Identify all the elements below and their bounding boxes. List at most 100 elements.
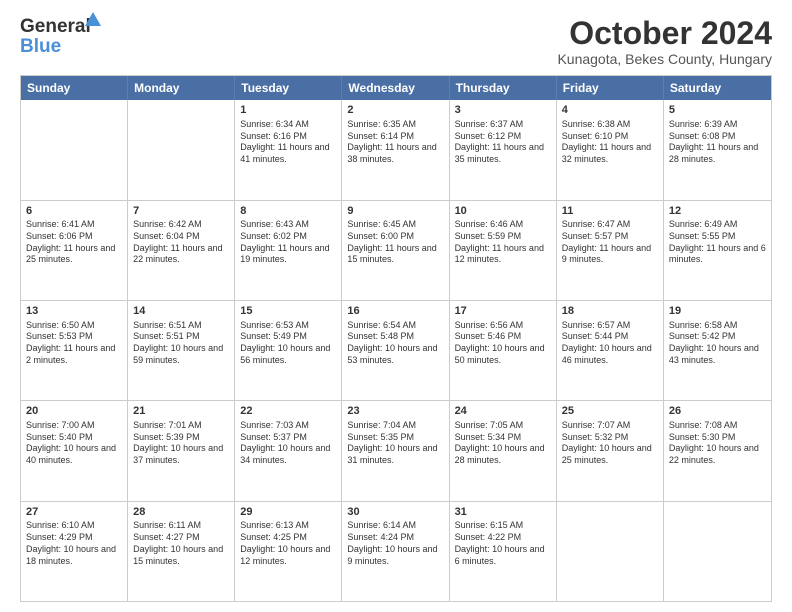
cell-info: Sunrise: 6:13 AM Sunset: 4:25 PM Dayligh… bbox=[240, 520, 336, 567]
header-day-sunday: Sunday bbox=[21, 76, 128, 100]
day-number: 18 bbox=[562, 304, 658, 319]
calendar-day-19: 19Sunrise: 6:58 AM Sunset: 5:42 PM Dayli… bbox=[664, 301, 771, 400]
calendar-week-3: 13Sunrise: 6:50 AM Sunset: 5:53 PM Dayli… bbox=[21, 300, 771, 400]
day-number: 3 bbox=[455, 103, 551, 118]
location: Kunagota, Bekes County, Hungary bbox=[557, 51, 772, 67]
calendar-day-31: 31Sunrise: 6:15 AM Sunset: 4:22 PM Dayli… bbox=[450, 502, 557, 601]
cell-info: Sunrise: 6:34 AM Sunset: 6:16 PM Dayligh… bbox=[240, 119, 336, 166]
calendar: SundayMondayTuesdayWednesdayThursdayFrid… bbox=[20, 75, 772, 602]
cell-info: Sunrise: 6:15 AM Sunset: 4:22 PM Dayligh… bbox=[455, 520, 551, 567]
cell-info: Sunrise: 7:05 AM Sunset: 5:34 PM Dayligh… bbox=[455, 420, 551, 467]
calendar-day-13: 13Sunrise: 6:50 AM Sunset: 5:53 PM Dayli… bbox=[21, 301, 128, 400]
calendar-day-28: 28Sunrise: 6:11 AM Sunset: 4:27 PM Dayli… bbox=[128, 502, 235, 601]
calendar-day-empty bbox=[21, 100, 128, 199]
calendar-day-23: 23Sunrise: 7:04 AM Sunset: 5:35 PM Dayli… bbox=[342, 401, 449, 500]
header-day-tuesday: Tuesday bbox=[235, 76, 342, 100]
calendar-day-16: 16Sunrise: 6:54 AM Sunset: 5:48 PM Dayli… bbox=[342, 301, 449, 400]
calendar-week-5: 27Sunrise: 6:10 AM Sunset: 4:29 PM Dayli… bbox=[21, 501, 771, 601]
day-number: 5 bbox=[669, 103, 766, 118]
day-number: 28 bbox=[133, 505, 229, 520]
calendar-day-empty bbox=[128, 100, 235, 199]
cell-info: Sunrise: 6:58 AM Sunset: 5:42 PM Dayligh… bbox=[669, 320, 766, 367]
header-day-thursday: Thursday bbox=[450, 76, 557, 100]
calendar-day-26: 26Sunrise: 7:08 AM Sunset: 5:30 PM Dayli… bbox=[664, 401, 771, 500]
cell-info: Sunrise: 7:07 AM Sunset: 5:32 PM Dayligh… bbox=[562, 420, 658, 467]
logo-blue: Blue bbox=[20, 36, 91, 58]
calendar-day-5: 5Sunrise: 6:39 AM Sunset: 6:08 PM Daylig… bbox=[664, 100, 771, 199]
cell-info: Sunrise: 6:49 AM Sunset: 5:55 PM Dayligh… bbox=[669, 219, 766, 266]
header-day-wednesday: Wednesday bbox=[342, 76, 449, 100]
month-title: October 2024 bbox=[557, 16, 772, 51]
calendar-day-27: 27Sunrise: 6:10 AM Sunset: 4:29 PM Dayli… bbox=[21, 502, 128, 601]
header: General Blue October 2024 Kunagota, Beke… bbox=[20, 16, 772, 67]
day-number: 24 bbox=[455, 404, 551, 419]
calendar-day-22: 22Sunrise: 7:03 AM Sunset: 5:37 PM Dayli… bbox=[235, 401, 342, 500]
day-number: 15 bbox=[240, 304, 336, 319]
page: General Blue October 2024 Kunagota, Beke… bbox=[0, 0, 792, 612]
day-number: 30 bbox=[347, 505, 443, 520]
day-number: 11 bbox=[562, 204, 658, 219]
calendar-day-17: 17Sunrise: 6:56 AM Sunset: 5:46 PM Dayli… bbox=[450, 301, 557, 400]
cell-info: Sunrise: 7:03 AM Sunset: 5:37 PM Dayligh… bbox=[240, 420, 336, 467]
cell-info: Sunrise: 6:57 AM Sunset: 5:44 PM Dayligh… bbox=[562, 320, 658, 367]
cell-info: Sunrise: 6:51 AM Sunset: 5:51 PM Dayligh… bbox=[133, 320, 229, 367]
logo-triangle-icon bbox=[85, 12, 101, 26]
cell-info: Sunrise: 6:35 AM Sunset: 6:14 PM Dayligh… bbox=[347, 119, 443, 166]
calendar-header-row: SundayMondayTuesdayWednesdayThursdayFrid… bbox=[21, 76, 771, 100]
calendar-day-30: 30Sunrise: 6:14 AM Sunset: 4:24 PM Dayli… bbox=[342, 502, 449, 601]
calendar-week-1: 1Sunrise: 6:34 AM Sunset: 6:16 PM Daylig… bbox=[21, 100, 771, 199]
cell-info: Sunrise: 6:45 AM Sunset: 6:00 PM Dayligh… bbox=[347, 219, 443, 266]
cell-info: Sunrise: 7:00 AM Sunset: 5:40 PM Dayligh… bbox=[26, 420, 122, 467]
day-number: 22 bbox=[240, 404, 336, 419]
calendar-body: 1Sunrise: 6:34 AM Sunset: 6:16 PM Daylig… bbox=[21, 100, 771, 601]
calendar-day-9: 9Sunrise: 6:45 AM Sunset: 6:00 PM Daylig… bbox=[342, 201, 449, 300]
day-number: 2 bbox=[347, 103, 443, 118]
day-number: 25 bbox=[562, 404, 658, 419]
cell-info: Sunrise: 6:41 AM Sunset: 6:06 PM Dayligh… bbox=[26, 219, 122, 266]
day-number: 20 bbox=[26, 404, 122, 419]
calendar-week-2: 6Sunrise: 6:41 AM Sunset: 6:06 PM Daylig… bbox=[21, 200, 771, 300]
calendar-day-4: 4Sunrise: 6:38 AM Sunset: 6:10 PM Daylig… bbox=[557, 100, 664, 199]
calendar-day-25: 25Sunrise: 7:07 AM Sunset: 5:32 PM Dayli… bbox=[557, 401, 664, 500]
cell-info: Sunrise: 6:47 AM Sunset: 5:57 PM Dayligh… bbox=[562, 219, 658, 266]
header-day-monday: Monday bbox=[128, 76, 235, 100]
cell-info: Sunrise: 6:56 AM Sunset: 5:46 PM Dayligh… bbox=[455, 320, 551, 367]
title-block: October 2024 Kunagota, Bekes County, Hun… bbox=[557, 16, 772, 67]
logo-general: General bbox=[20, 16, 91, 37]
day-number: 12 bbox=[669, 204, 766, 219]
calendar-day-1: 1Sunrise: 6:34 AM Sunset: 6:16 PM Daylig… bbox=[235, 100, 342, 199]
cell-info: Sunrise: 6:39 AM Sunset: 6:08 PM Dayligh… bbox=[669, 119, 766, 166]
calendar-day-18: 18Sunrise: 6:57 AM Sunset: 5:44 PM Dayli… bbox=[557, 301, 664, 400]
day-number: 23 bbox=[347, 404, 443, 419]
cell-info: Sunrise: 6:10 AM Sunset: 4:29 PM Dayligh… bbox=[26, 520, 122, 567]
cell-info: Sunrise: 7:08 AM Sunset: 5:30 PM Dayligh… bbox=[669, 420, 766, 467]
cell-info: Sunrise: 6:53 AM Sunset: 5:49 PM Dayligh… bbox=[240, 320, 336, 367]
cell-info: Sunrise: 7:01 AM Sunset: 5:39 PM Dayligh… bbox=[133, 420, 229, 467]
calendar-day-15: 15Sunrise: 6:53 AM Sunset: 5:49 PM Dayli… bbox=[235, 301, 342, 400]
calendar-day-empty bbox=[664, 502, 771, 601]
cell-info: Sunrise: 6:14 AM Sunset: 4:24 PM Dayligh… bbox=[347, 520, 443, 567]
calendar-day-2: 2Sunrise: 6:35 AM Sunset: 6:14 PM Daylig… bbox=[342, 100, 449, 199]
day-number: 4 bbox=[562, 103, 658, 118]
calendar-day-21: 21Sunrise: 7:01 AM Sunset: 5:39 PM Dayli… bbox=[128, 401, 235, 500]
cell-info: Sunrise: 6:38 AM Sunset: 6:10 PM Dayligh… bbox=[562, 119, 658, 166]
calendar-day-empty bbox=[557, 502, 664, 601]
day-number: 13 bbox=[26, 304, 122, 319]
cell-info: Sunrise: 6:54 AM Sunset: 5:48 PM Dayligh… bbox=[347, 320, 443, 367]
header-day-friday: Friday bbox=[557, 76, 664, 100]
day-number: 29 bbox=[240, 505, 336, 520]
calendar-day-6: 6Sunrise: 6:41 AM Sunset: 6:06 PM Daylig… bbox=[21, 201, 128, 300]
logo: General Blue bbox=[20, 16, 91, 58]
day-number: 27 bbox=[26, 505, 122, 520]
day-number: 10 bbox=[455, 204, 551, 219]
calendar-day-24: 24Sunrise: 7:05 AM Sunset: 5:34 PM Dayli… bbox=[450, 401, 557, 500]
calendar-day-8: 8Sunrise: 6:43 AM Sunset: 6:02 PM Daylig… bbox=[235, 201, 342, 300]
calendar-day-20: 20Sunrise: 7:00 AM Sunset: 5:40 PM Dayli… bbox=[21, 401, 128, 500]
cell-info: Sunrise: 6:11 AM Sunset: 4:27 PM Dayligh… bbox=[133, 520, 229, 567]
cell-info: Sunrise: 6:43 AM Sunset: 6:02 PM Dayligh… bbox=[240, 219, 336, 266]
cell-info: Sunrise: 6:50 AM Sunset: 5:53 PM Dayligh… bbox=[26, 320, 122, 367]
calendar-day-11: 11Sunrise: 6:47 AM Sunset: 5:57 PM Dayli… bbox=[557, 201, 664, 300]
day-number: 21 bbox=[133, 404, 229, 419]
day-number: 8 bbox=[240, 204, 336, 219]
calendar-day-3: 3Sunrise: 6:37 AM Sunset: 6:12 PM Daylig… bbox=[450, 100, 557, 199]
